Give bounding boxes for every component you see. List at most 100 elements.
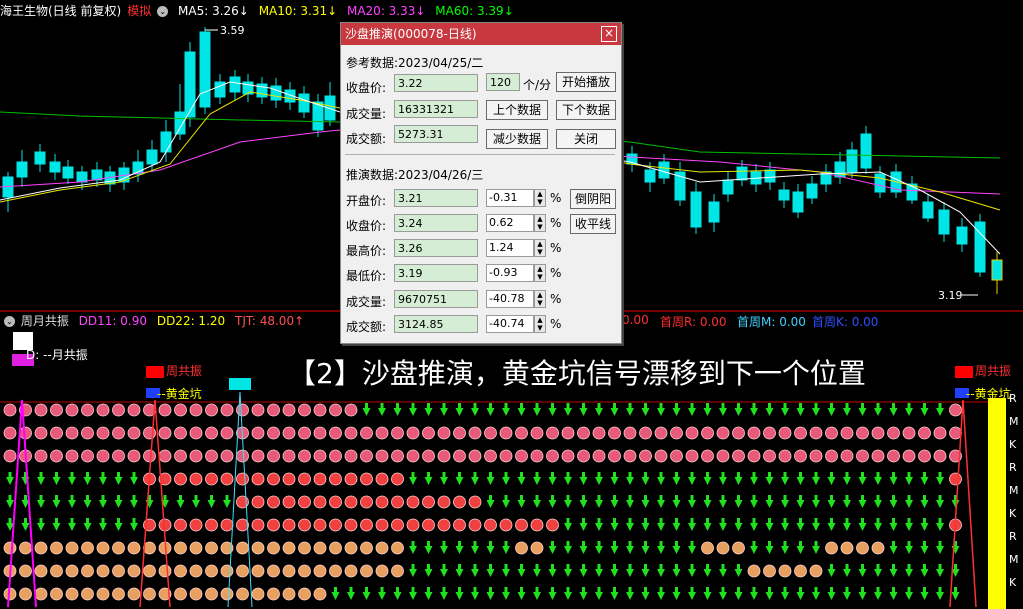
dd22-value: DD22: 1.20 (156, 314, 226, 328)
sim-row-value-field[interactable]: 3.26 (394, 239, 478, 257)
spin-arrows-icon[interactable]: ▲ ▼ (534, 264, 546, 282)
signal-ball-icon (732, 426, 745, 440)
signal-ball-icon (344, 541, 358, 555)
sim-row-value-field[interactable]: 3124.85 (394, 315, 478, 333)
dialog-titlebar[interactable]: 沙盘推演(000078-日线) × (341, 23, 621, 45)
sim-row-value-field[interactable]: 3.19 (394, 264, 478, 282)
spin-arrows-icon[interactable]: ▲ ▼ (534, 214, 546, 232)
spin-arrows-icon[interactable]: ▲ ▼ (534, 290, 546, 308)
sim-row-value-field[interactable]: 3.21 (394, 189, 478, 207)
close-icon[interactable]: × (601, 26, 617, 42)
signal-ball-icon (329, 518, 342, 532)
down-arrow-icon (564, 564, 572, 577)
invert-yinyang-button[interactable]: 倒阴阳 (570, 189, 616, 209)
signal-ball-icon (732, 541, 745, 555)
signal-ball-icon (81, 541, 94, 555)
down-arrow-icon (610, 541, 619, 554)
down-arrow-icon (486, 403, 495, 416)
signal-ball-icon (96, 541, 110, 555)
signal-ball-icon (530, 449, 544, 463)
candle-body (658, 161, 670, 179)
down-arrow-icon (781, 472, 789, 485)
down-arrow-icon (486, 541, 495, 554)
down-arrow-icon (409, 403, 417, 416)
spin-arrows-icon[interactable]: ▲ ▼ (534, 315, 546, 333)
signal-ball-icon (174, 541, 187, 555)
down-arrow-icon (657, 518, 665, 531)
candle-body (229, 76, 241, 93)
flat-close-button[interactable]: 收平线 (570, 214, 616, 234)
signal-ball-icon (375, 541, 389, 555)
signal-ball-icon (530, 518, 544, 532)
mode-tag[interactable]: 模拟 (127, 4, 151, 18)
down-arrow-icon (765, 472, 774, 485)
ref-volume-field[interactable]: 16331321 (394, 100, 478, 118)
ref-close-field[interactable]: 3.22 (394, 74, 478, 92)
sim-row-pct-field[interactable]: -40.78 (486, 290, 534, 308)
signal-ball-icon (251, 403, 265, 417)
sim-date-label: 推演数据:2023/04/26/三 (346, 168, 484, 182)
sim-row-pct-field[interactable]: 0.62 (486, 214, 534, 232)
signal-ball-icon (623, 449, 637, 463)
down-arrow-icon (812, 587, 820, 600)
signal-ball-icon (887, 449, 900, 463)
signal-ball-icon (453, 426, 466, 440)
sim-row-value-field[interactable]: 9670751 (394, 290, 478, 308)
down-arrow-icon (920, 541, 929, 554)
down-arrow-icon (502, 495, 510, 508)
signal-ball-icon (344, 518, 358, 532)
signal-ball-icon (112, 426, 125, 440)
sim-row-pct-field[interactable]: 1.24 (486, 239, 534, 257)
down-arrow-icon (37, 495, 45, 508)
reduce-data-button[interactable]: 减少数据 (486, 129, 548, 149)
signal-ball-icon (298, 472, 311, 486)
sim-row-value-field[interactable]: 3.24 (394, 214, 478, 232)
down-arrow-icon (533, 495, 541, 508)
spin-arrows-icon[interactable]: ▲ ▼ (534, 239, 546, 257)
down-arrow-icon (455, 564, 464, 577)
shouzhou-k-value: 首周K: 0.00 (812, 315, 879, 329)
signal-ball-icon (251, 449, 265, 463)
next-data-button[interactable]: 下个数据 (556, 100, 616, 120)
candle-body (146, 149, 158, 165)
down-arrow-icon (471, 587, 479, 600)
sim-row-pct-field[interactable]: -40.74 (486, 315, 534, 333)
indicator-settings-icon[interactable]: ⌄ (4, 316, 15, 327)
down-arrow-icon (626, 472, 634, 485)
play-button[interactable]: 开始播放 (556, 72, 616, 92)
candle-body (736, 166, 748, 181)
prev-data-button[interactable]: 上个数据 (486, 100, 548, 120)
signal-ball-icon (34, 541, 48, 555)
down-arrow-icon (424, 541, 433, 554)
signal-ball-icon (437, 449, 451, 463)
speed-field[interactable]: 120 (486, 73, 520, 91)
signal-ball-icon (220, 426, 234, 440)
down-arrow-icon (719, 495, 727, 508)
signal-ball-icon (158, 449, 172, 463)
signal-ball-icon (716, 449, 730, 463)
settings-circle-icon[interactable]: ⌄ (157, 6, 169, 17)
down-arrow-icon (502, 472, 510, 485)
signal-ball-icon (205, 449, 218, 463)
ref-amount-field[interactable]: 5273.31 (394, 125, 478, 143)
down-arrow-icon (393, 587, 402, 600)
candle-body (764, 169, 776, 183)
close-button[interactable]: 关闭 (556, 129, 616, 149)
signal-ball-icon (267, 518, 280, 532)
signal-ball-icon (654, 426, 668, 440)
signal-ball-icon (189, 449, 203, 463)
down-arrow-icon (83, 495, 92, 508)
down-arrow-icon (936, 564, 944, 577)
ref-volume-label: 成交量: (346, 107, 387, 121)
signal-ball-icon (127, 541, 141, 555)
down-arrow-icon (502, 564, 510, 577)
sim-row-pct-field[interactable]: -0.93 (486, 264, 534, 282)
down-arrow-icon (579, 541, 588, 554)
sim-row-pct-field[interactable]: -0.31 (486, 189, 534, 207)
spin-arrows-icon[interactable]: ▲ ▼ (534, 189, 546, 207)
down-arrow-icon (657, 472, 665, 485)
down-arrow-icon (843, 472, 851, 485)
down-arrow-icon (83, 472, 92, 485)
down-arrow-icon (641, 472, 650, 485)
signal-ball-icon (406, 518, 420, 532)
